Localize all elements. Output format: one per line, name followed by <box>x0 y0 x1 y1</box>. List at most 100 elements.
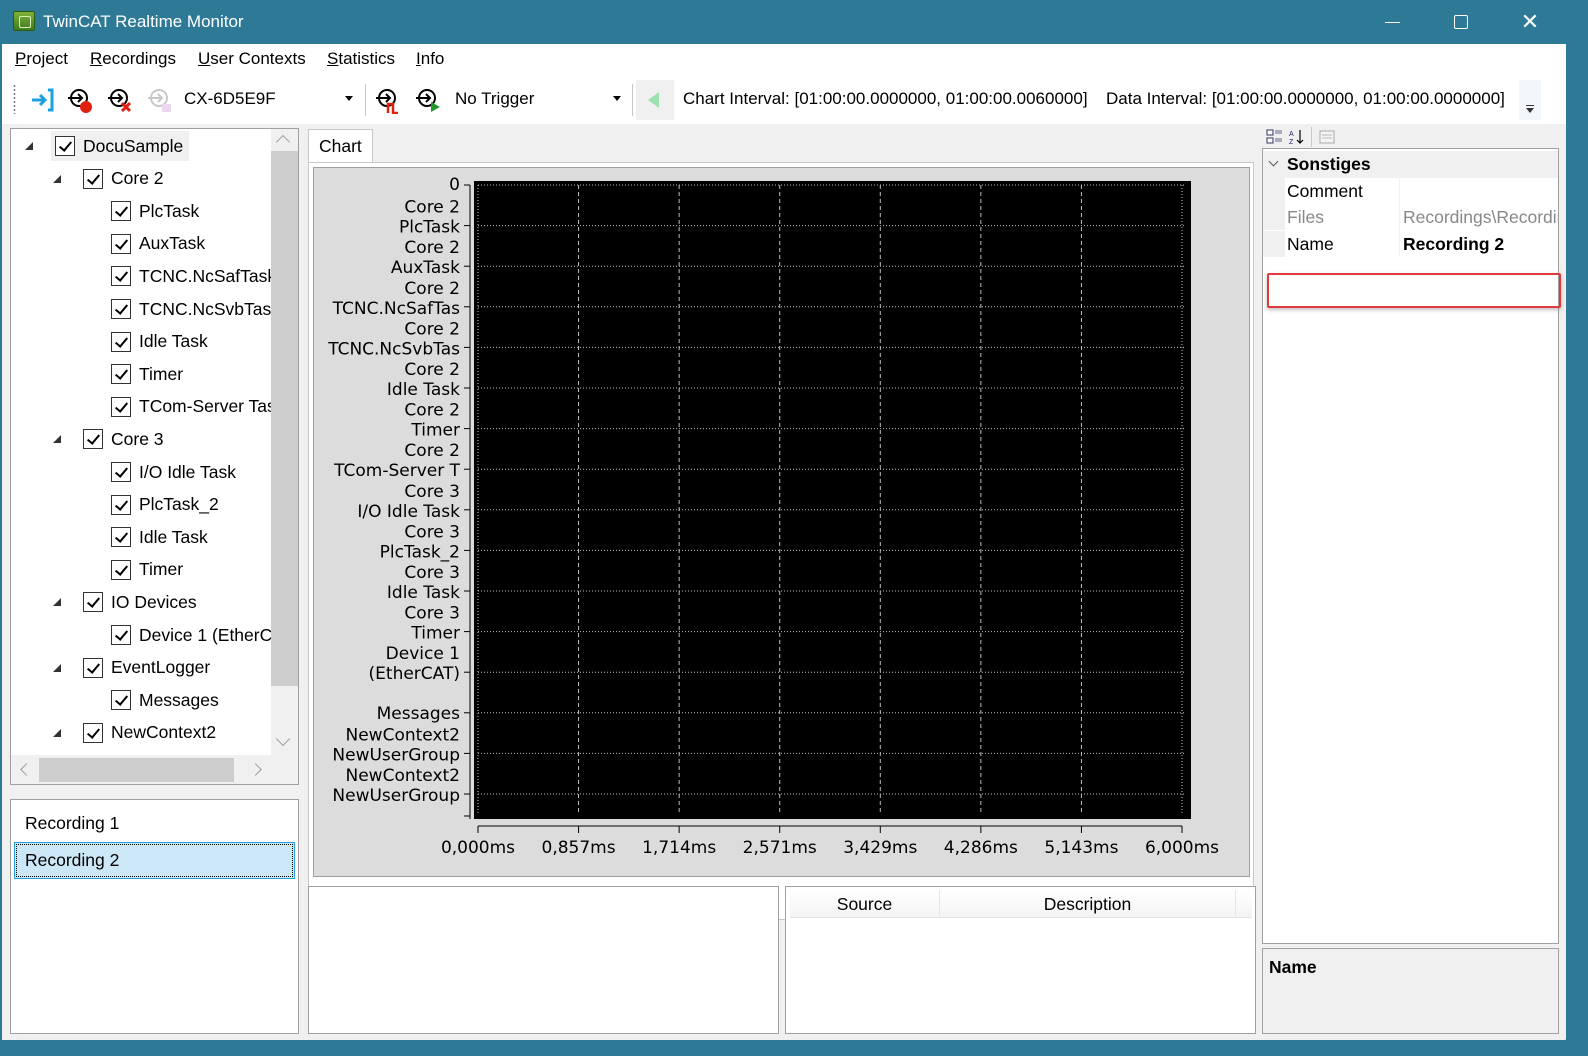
menu-statistics[interactable]: Statistics <box>327 49 395 69</box>
target-select[interactable]: CX-6D5E9F <box>184 89 276 109</box>
expand-arrow-icon[interactable] <box>25 142 33 150</box>
trigger-dropdown-icon[interactable] <box>613 96 621 101</box>
tree-item[interactable]: Idle Task <box>107 327 214 357</box>
recording-item-selected[interactable]: Recording 2 <box>14 842 295 879</box>
toolbar-overflow-icon[interactable] <box>1519 80 1541 120</box>
recording-item[interactable]: Recording 1 <box>14 805 295 842</box>
tree-item[interactable]: PlcTask_2 <box>107 490 225 520</box>
checkbox[interactable] <box>111 331 131 352</box>
back-arrow-icon[interactable] <box>636 80 674 120</box>
checkbox[interactable] <box>83 168 103 189</box>
checkbox[interactable] <box>55 136 75 156</box>
target-dropdown-icon[interactable] <box>345 96 353 101</box>
checkbox[interactable] <box>111 233 131 254</box>
tree-item[interactable]: Messages <box>107 685 225 715</box>
expand-arrow-icon[interactable] <box>53 598 61 607</box>
column-description[interactable]: Description <box>940 890 1236 918</box>
y-row-label: Core 2 <box>404 198 460 218</box>
tree-item[interactable]: Timer <box>107 359 189 389</box>
expand-arrow-icon[interactable] <box>53 435 61 444</box>
x-tick-label: 0,000ms <box>441 838 515 858</box>
property-value[interactable]: Recording 2 <box>1403 234 1558 255</box>
expand-arrow-icon[interactable] <box>53 663 61 672</box>
scroll-up-icon[interactable] <box>275 134 291 150</box>
scroll-thumb[interactable] <box>271 151 298 686</box>
y-row-label: NewContext2 <box>346 725 461 745</box>
property-row-comment[interactable]: Comment <box>1263 178 1558 204</box>
tree-vertical-scrollbar[interactable] <box>271 129 298 755</box>
trigger-icon[interactable] <box>374 86 402 114</box>
tree-item[interactable]: NewContext2 <box>79 718 222 748</box>
scroll-left-icon[interactable] <box>20 763 33 776</box>
tree-item[interactable]: Timer <box>107 555 189 585</box>
checkbox[interactable] <box>111 201 131 222</box>
checkbox[interactable] <box>111 494 131 515</box>
play-trigger-icon[interactable] <box>414 86 442 114</box>
expand-arrow-icon[interactable] <box>53 728 61 737</box>
trigger-select[interactable]: No Trigger <box>455 89 534 109</box>
close-button[interactable]: ✕ <box>1497 0 1563 44</box>
y-row-label: Core 2 <box>404 279 460 299</box>
start-recording-icon[interactable] <box>66 86 94 114</box>
property-category[interactable]: Sonstiges <box>1263 151 1558 178</box>
tree-item[interactable]: TCNC.NcSvbTask <box>107 294 286 324</box>
y-row-label: TCNC.NcSafTas <box>332 299 460 319</box>
minimize-button[interactable] <box>1359 0 1425 44</box>
menu-user-contexts[interactable]: User Contexts <box>198 49 306 69</box>
property-grid: Sonstiges Comment Files Recordings\Recor… <box>1262 148 1559 944</box>
checkbox[interactable] <box>111 527 131 548</box>
expand-arrow-icon[interactable] <box>53 174 61 183</box>
row-gutter <box>1263 231 1285 257</box>
stop-recording-icon[interactable] <box>106 86 134 114</box>
tree-item[interactable]: PlcTask <box>107 196 205 226</box>
y-top-label: 0 <box>449 175 460 195</box>
tree-item[interactable]: Core 2 <box>79 164 170 194</box>
column-source[interactable]: Source <box>790 890 940 918</box>
tree-item[interactable]: Core 3 <box>79 424 170 454</box>
title-bar[interactable]: TwinCAT Realtime Monitor ✕ <box>0 0 1567 44</box>
tab-chart[interactable]: Chart <box>308 129 373 163</box>
tree-horizontal-scrollbar[interactable] <box>11 755 271 784</box>
checkbox[interactable] <box>111 364 131 385</box>
tree-item-label: DocuSample <box>83 135 184 156</box>
checkbox[interactable] <box>111 396 131 417</box>
checkbox[interactable] <box>83 429 103 450</box>
checkbox[interactable] <box>111 559 131 580</box>
tree-item[interactable]: Idle Task <box>107 522 214 552</box>
timeline-chart[interactable]: 0,000ms 0,857ms 1,714ms 2,571ms 3,429ms 4,286… <box>314 168 1251 878</box>
checkbox[interactable] <box>111 690 131 711</box>
scroll-thumb[interactable] <box>39 758 234 782</box>
checkbox[interactable] <box>83 592 103 613</box>
tree-item[interactable]: AuxTask <box>107 229 211 259</box>
connect-icon[interactable] <box>28 86 56 114</box>
alphabetical-icon[interactable]: A Z <box>1288 128 1306 146</box>
tree-item[interactable]: DocuSample <box>51 131 190 161</box>
y-row-label: Idle Task <box>387 380 460 400</box>
y-row-label: I/O Idle Task <box>357 502 460 522</box>
menu-bar: Project Recordings User Contexts Statist… <box>2 44 1566 74</box>
toolbar-grip-icon[interactable] <box>13 84 16 114</box>
checkbox[interactable] <box>83 657 103 678</box>
menu-project[interactable]: Project <box>15 49 68 69</box>
tree-item[interactable]: IO Devices <box>79 587 203 617</box>
scroll-right-icon[interactable] <box>249 763 262 776</box>
chevron-down-icon[interactable] <box>1268 156 1279 167</box>
tree-item[interactable]: EventLogger <box>79 653 216 683</box>
checkbox[interactable] <box>111 462 131 482</box>
checkbox[interactable] <box>111 625 131 645</box>
categorized-icon[interactable] <box>1266 128 1284 146</box>
scroll-down-icon[interactable] <box>275 731 291 747</box>
checkbox[interactable] <box>83 722 103 743</box>
property-row-files[interactable]: Files Recordings\Recording <box>1263 204 1558 230</box>
menu-statistics-rest: tatistics <box>338 49 396 68</box>
tree-item[interactable]: TCom-Server Task <box>107 392 291 422</box>
maximize-button[interactable] <box>1428 0 1494 44</box>
menu-info[interactable]: Info <box>416 49 444 69</box>
tree-item[interactable]: TCNC.NcSafTask <box>107 261 282 291</box>
checkbox[interactable] <box>111 266 131 287</box>
tree-item[interactable]: I/O Idle Task <box>107 457 242 487</box>
menu-recordings[interactable]: Recordings <box>90 49 176 69</box>
checkbox[interactable] <box>111 299 131 319</box>
y-row-label: PlcTask_2 <box>380 542 460 562</box>
property-row-name[interactable]: Name Recording 2 <box>1263 231 1558 257</box>
